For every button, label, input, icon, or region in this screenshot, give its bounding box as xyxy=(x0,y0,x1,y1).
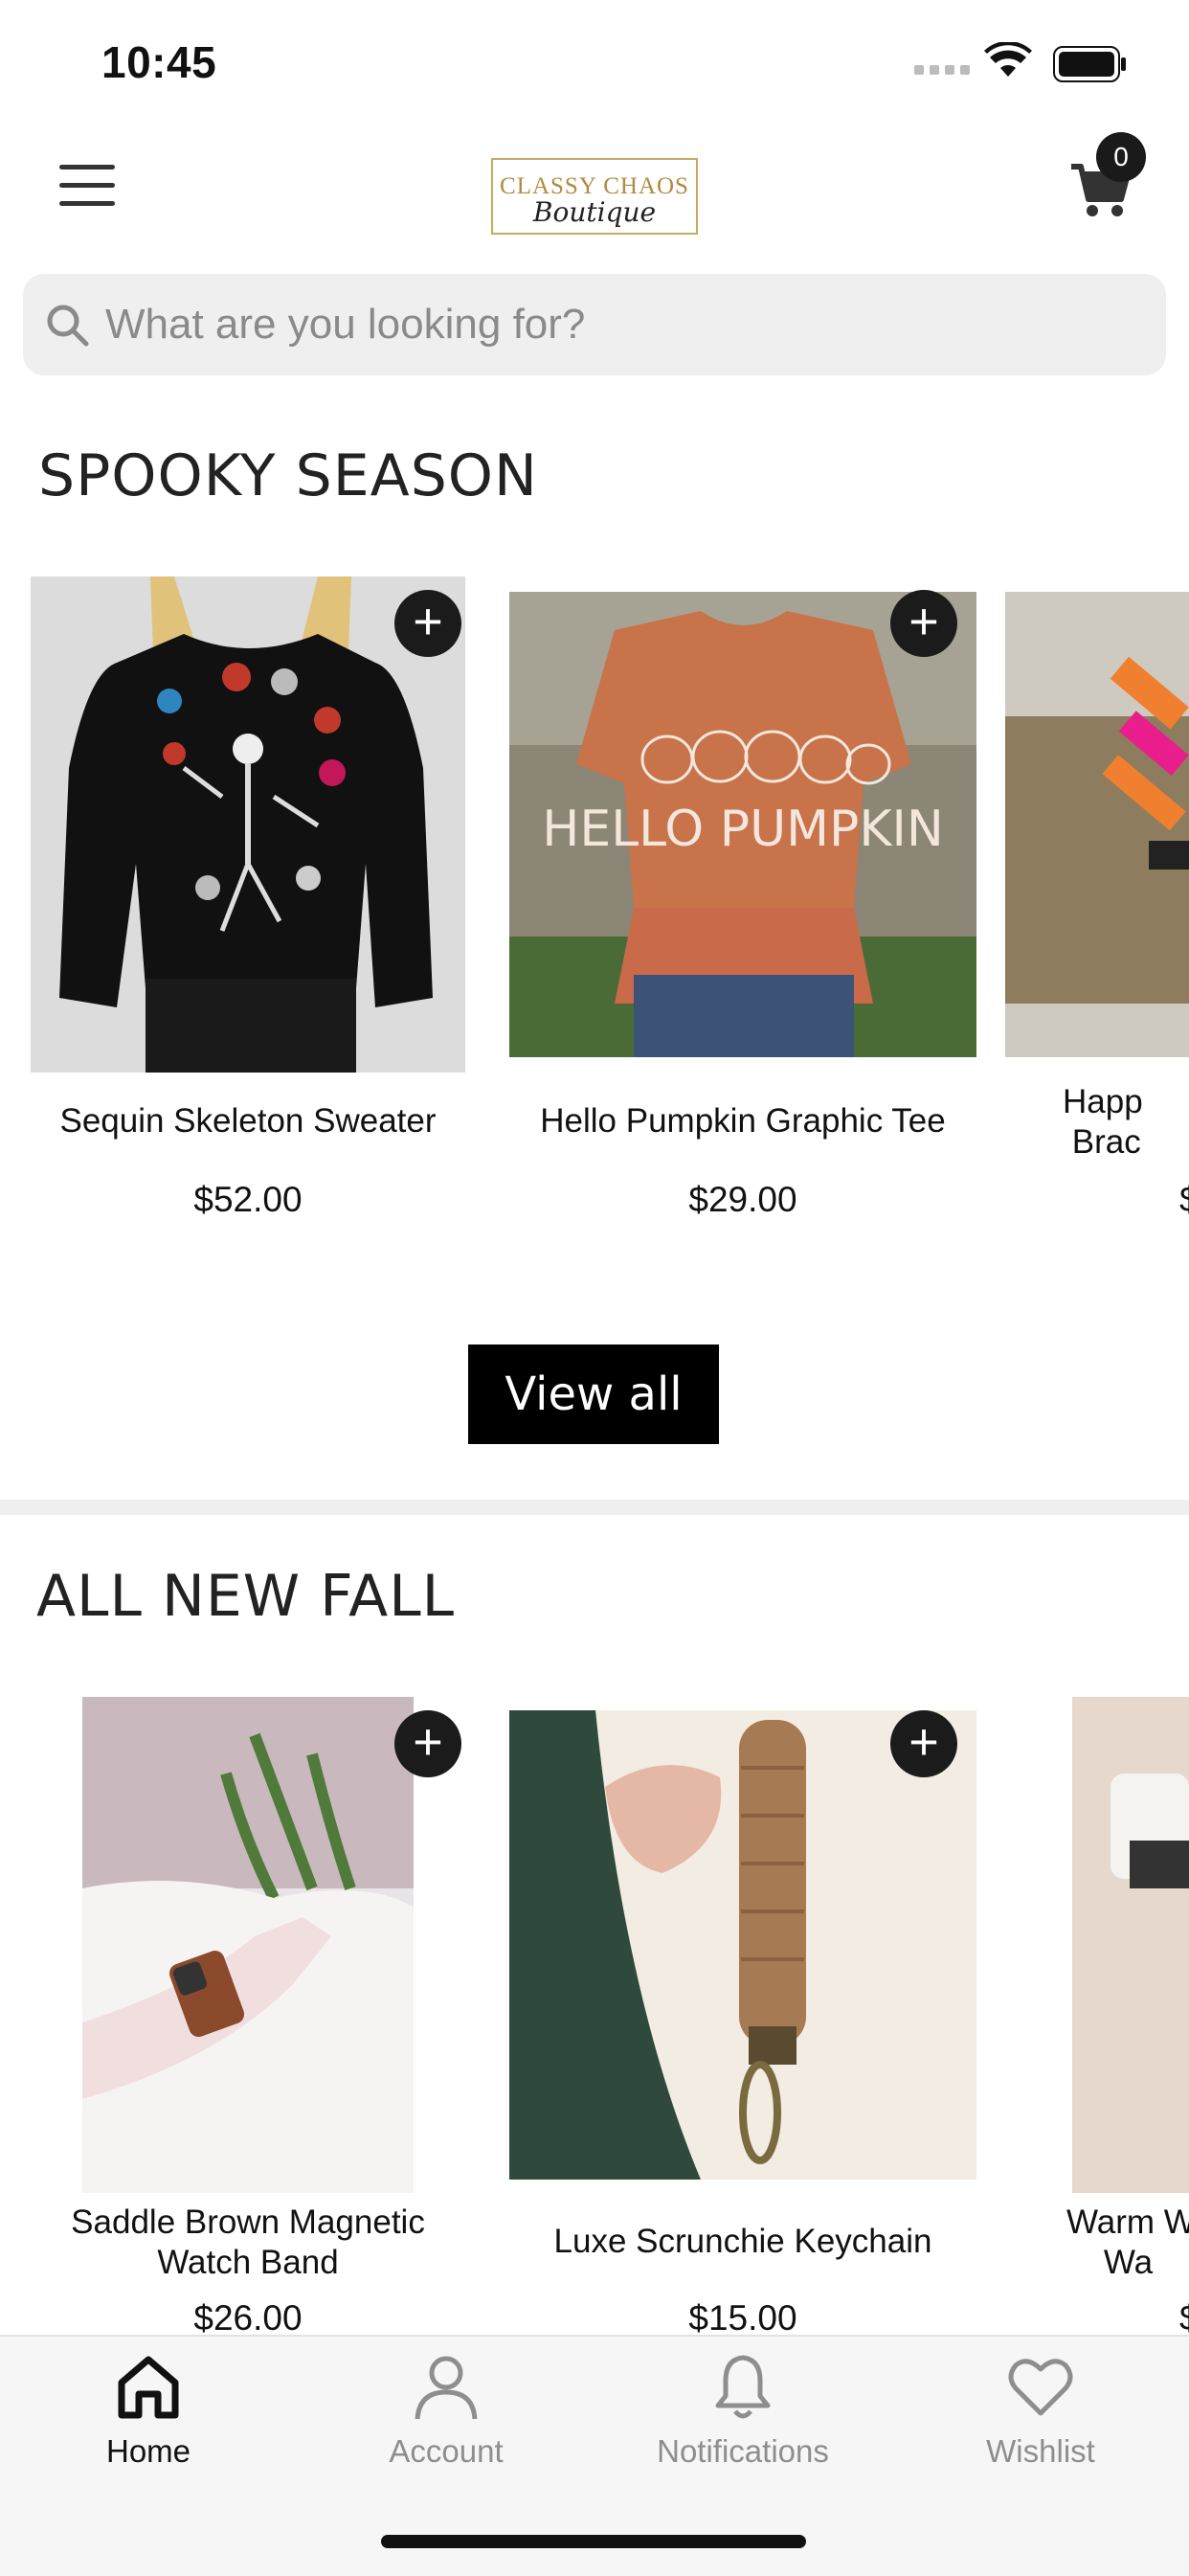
product-price: $ xyxy=(1179,2298,1189,2339)
product-image-bracelet[interactable] xyxy=(1005,592,1189,1057)
wifi-icon xyxy=(984,40,1032,83)
status-time: 10:45 xyxy=(101,37,217,87)
tab-home-label: Home xyxy=(105,2433,191,2469)
product-price: $ xyxy=(1179,1180,1189,1220)
home-indicator[interactable] xyxy=(381,2535,806,2548)
bell-icon xyxy=(715,2355,771,2419)
product-price: $52.00 xyxy=(193,1180,303,1219)
product-price: $29.00 xyxy=(688,1180,797,1219)
tab-notifications[interactable]: Notifications xyxy=(628,2350,858,2470)
account-icon xyxy=(415,2356,478,2420)
add-to-cart-button[interactable]: + xyxy=(394,1710,461,1777)
tab-home[interactable]: Home xyxy=(34,2350,263,2470)
tab-account-label: Account xyxy=(389,2433,504,2469)
search-icon xyxy=(47,305,89,347)
product-image-hello-pumpkin-graphic-tee[interactable]: HELLO PUMPKIN xyxy=(509,592,976,1057)
product-image-luxe-scrunchie-keychain[interactable] xyxy=(509,1710,976,2180)
boutique-logo[interactable]: CLASSY CHAOS Boutique xyxy=(491,158,698,235)
product-name-truncated[interactable]: Warm W Wa xyxy=(1066,2203,1189,2283)
product-price: $26.00 xyxy=(193,2298,303,2338)
product-name[interactable]: Saddle Brown Magnetic Watch Band xyxy=(38,2203,458,2283)
section-title-spooky-season: SPOOKY SEASON xyxy=(38,442,538,509)
section-title-all-new-fall: ALL NEW FALL xyxy=(36,1563,456,1630)
hamburger-menu-icon[interactable] xyxy=(59,165,117,211)
view-all-button[interactable]: View all xyxy=(468,1344,719,1444)
add-to-cart-button[interactable]: + xyxy=(394,590,461,657)
product-image-sequin-skeleton-sweater[interactable] xyxy=(31,576,465,1073)
product-name[interactable]: Sequin Skeleton Sweater xyxy=(31,1101,465,1141)
add-to-cart-button[interactable]: + xyxy=(890,1710,957,1777)
cellular-signal-icon xyxy=(914,65,970,75)
product-name[interactable]: Luxe Scrunchie Keychain xyxy=(509,2222,976,2262)
product-name[interactable]: Hello Pumpkin Graphic Tee xyxy=(509,1101,976,1141)
tab-account[interactable]: Account xyxy=(331,2350,561,2470)
product-image-saddle-brown-magnetic-watch-band[interactable] xyxy=(82,1697,414,2193)
tab-wishlist-label: Wishlist xyxy=(986,2433,1095,2469)
logo-script-text: Boutique xyxy=(532,196,657,228)
tab-notifications-label: Notifications xyxy=(657,2433,829,2469)
product-name-truncated[interactable]: Happ Brac xyxy=(1063,1082,1189,1163)
cart-count-badge: 0 xyxy=(1096,132,1146,182)
add-to-cart-button[interactable]: + xyxy=(890,590,957,657)
heart-icon xyxy=(1008,2359,1073,2416)
section-divider xyxy=(0,1500,1189,1515)
home-icon xyxy=(118,2356,179,2419)
search-bar[interactable] xyxy=(23,274,1166,375)
battery-icon xyxy=(1053,46,1128,87)
product-image-warm-product[interactable] xyxy=(1072,1697,1189,2193)
search-input[interactable] xyxy=(103,300,1065,350)
product-price: $15.00 xyxy=(688,2298,797,2338)
tee-graphic-text: HELLO PUMPKIN xyxy=(542,801,943,858)
tab-wishlist[interactable]: Wishlist xyxy=(926,2350,1155,2470)
